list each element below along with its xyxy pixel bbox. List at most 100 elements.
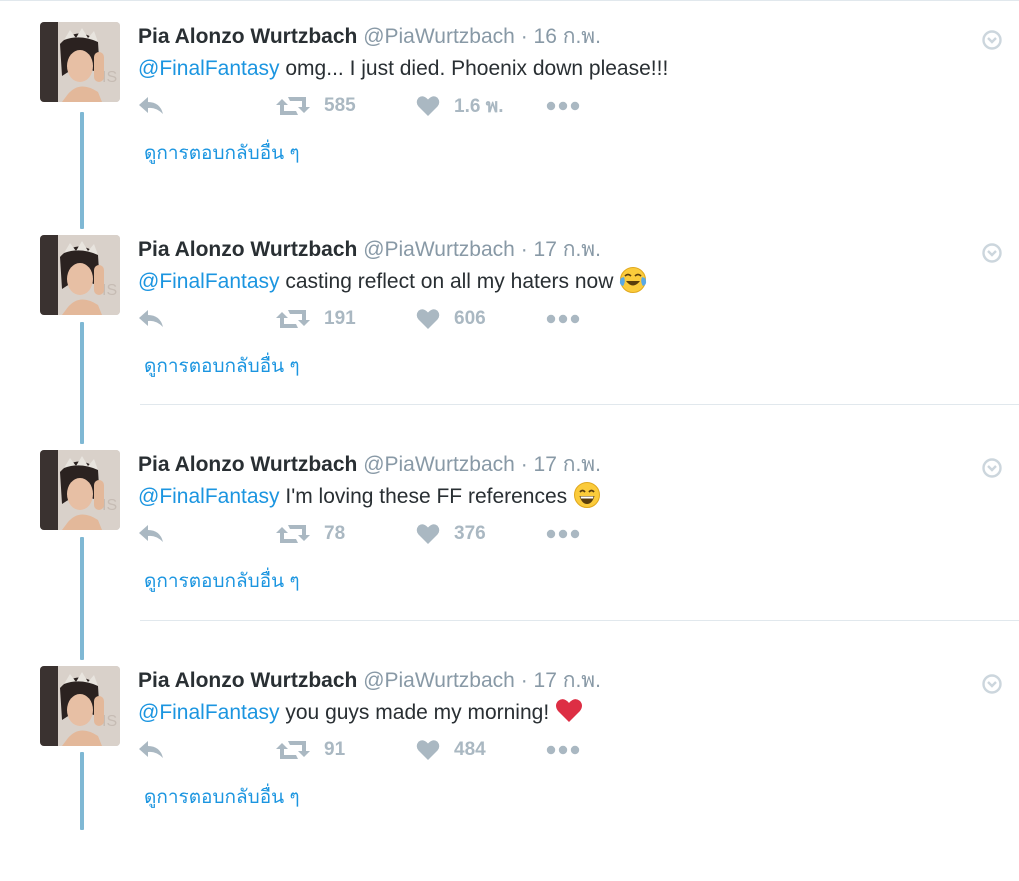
view-more-replies-link[interactable]: ดูการตอบกลับอื่น ๆ (144, 352, 300, 382)
reply-icon (138, 524, 164, 544)
tweet[interactable]: IS Pia Alonzo Wurtzbach @PiaWurtzbach · … (0, 450, 1019, 665)
tweet[interactable]: IS Pia Alonzo Wurtzbach @PiaWurtzbach · … (0, 235, 1019, 450)
retweet-button[interactable]: 585 (276, 90, 356, 122)
reply-button[interactable] (138, 303, 164, 335)
more-dots-icon (546, 101, 580, 111)
like-count: 606 (454, 308, 486, 329)
face-with-tears-of-joy-emoji-icon (619, 266, 647, 294)
more-dots-icon (546, 529, 580, 539)
tweet-actions: 585 1.6 พ. (138, 90, 638, 122)
retweet-button[interactable]: 191 (276, 303, 356, 335)
tweet-text: @FinalFantasy you guys made my morning! (138, 697, 583, 729)
reply-icon (138, 96, 164, 116)
more-dots-icon (546, 745, 580, 755)
retweet-count: 191 (324, 308, 356, 329)
view-more-replies-link[interactable]: ดูการตอบกลับอื่น ๆ (144, 783, 300, 813)
tweet-actions: 78 376 (138, 518, 638, 550)
separator: · (520, 238, 528, 261)
more-button[interactable] (546, 518, 580, 550)
heart-icon (416, 308, 440, 330)
heart-icon (416, 95, 440, 117)
retweet-button[interactable]: 91 (276, 734, 345, 766)
tweet-body: I'm loving these FF references (279, 485, 568, 508)
tweet-body: you guys made my morning! (279, 701, 550, 724)
reply-button[interactable] (138, 90, 164, 122)
avatar[interactable]: IS (40, 22, 120, 102)
author-handle[interactable]: @PiaWurtzbach (363, 238, 515, 261)
tweet-actions: 191 606 (138, 303, 638, 335)
chevron-down-icon[interactable] (982, 243, 1002, 263)
more-button[interactable] (546, 303, 580, 335)
chevron-down-icon[interactable] (982, 30, 1002, 50)
svg-text:IS: IS (102, 497, 117, 514)
author-name[interactable]: Pia Alonzo Wurtzbach (138, 238, 357, 261)
like-button[interactable]: 376 (416, 518, 486, 550)
timestamp[interactable]: 17 ก.พ. (534, 453, 601, 476)
separator: · (520, 669, 528, 692)
tweet-header: Pia Alonzo Wurtzbach @PiaWurtzbach · 17 … (138, 666, 601, 696)
more-button[interactable] (546, 734, 580, 766)
separator: · (520, 453, 528, 476)
tweet-body: omg... I just died. Phoenix down please!… (279, 57, 669, 80)
tweet-actions: 91 484 (138, 734, 638, 766)
retweet-button[interactable]: 78 (276, 518, 345, 550)
retweet-count: 91 (324, 739, 346, 760)
like-count: 484 (454, 739, 486, 760)
view-more-replies-link[interactable]: ดูการตอบกลับอื่น ๆ (144, 567, 300, 597)
chevron-down-icon[interactable] (982, 674, 1002, 694)
retweet-icon (276, 95, 310, 117)
tweet[interactable]: IS Pia Alonzo Wurtzbach @PiaWurtzbach · … (0, 22, 1019, 237)
avatar[interactable]: IS (40, 450, 120, 530)
like-count: 1.6 พ. (454, 96, 504, 117)
retweet-count: 585 (324, 95, 356, 116)
more-button[interactable] (546, 90, 580, 122)
heart-icon (416, 523, 440, 545)
chevron-down-icon[interactable] (982, 458, 1002, 478)
avatar[interactable]: IS (40, 666, 120, 746)
mention-link[interactable]: @FinalFantasy (138, 701, 280, 724)
heart-icon (416, 739, 440, 761)
view-more-replies-link[interactable]: ดูการตอบกลับอื่น ๆ (144, 139, 300, 169)
author-name[interactable]: Pia Alonzo Wurtzbach (138, 669, 357, 692)
svg-text:IS: IS (102, 69, 117, 86)
retweet-icon (276, 308, 310, 330)
red-heart-emoji-icon (555, 697, 583, 725)
avatar[interactable]: IS (40, 235, 120, 315)
reply-button[interactable] (138, 518, 164, 550)
timestamp[interactable]: 17 ก.พ. (534, 238, 601, 261)
tweet-body: casting reflect on all my haters now (279, 270, 614, 293)
reply-button[interactable] (138, 734, 164, 766)
tweet-header: Pia Alonzo Wurtzbach @PiaWurtzbach · 17 … (138, 235, 601, 265)
retweet-icon (276, 523, 310, 545)
tweet-text: @FinalFantasy I'm loving these FF refere… (138, 481, 601, 513)
author-handle[interactable]: @PiaWurtzbach (363, 453, 515, 476)
like-button[interactable]: 606 (416, 303, 486, 335)
like-button[interactable]: 484 (416, 734, 486, 766)
timestamp[interactable]: 16 ก.พ. (534, 25, 601, 48)
mention-link[interactable]: @FinalFantasy (138, 485, 280, 508)
reply-icon (138, 309, 164, 329)
tweet-header: Pia Alonzo Wurtzbach @PiaWurtzbach · 16 … (138, 22, 601, 52)
author-name[interactable]: Pia Alonzo Wurtzbach (138, 453, 357, 476)
author-handle[interactable]: @PiaWurtzbach (363, 25, 515, 48)
reply-icon (138, 740, 164, 760)
mention-link[interactable]: @FinalFantasy (138, 270, 280, 293)
more-dots-icon (546, 314, 580, 324)
tweet-header: Pia Alonzo Wurtzbach @PiaWurtzbach · 17 … (138, 450, 601, 480)
top-divider (0, 0, 1019, 1)
retweet-icon (276, 739, 310, 761)
tweet-text: @FinalFantasy omg... I just died. Phoeni… (138, 53, 668, 85)
svg-text:IS: IS (102, 713, 117, 730)
author-name[interactable]: Pia Alonzo Wurtzbach (138, 25, 357, 48)
mention-link[interactable]: @FinalFantasy (138, 57, 280, 80)
grinning-face-emoji-icon (573, 481, 601, 509)
tweet[interactable]: IS Pia Alonzo Wurtzbach @PiaWurtzbach · … (0, 666, 1019, 881)
author-handle[interactable]: @PiaWurtzbach (363, 669, 515, 692)
retweet-count: 78 (324, 523, 346, 544)
tweet-text: @FinalFantasy casting reflect on all my … (138, 266, 647, 298)
like-button[interactable]: 1.6 พ. (416, 90, 504, 122)
svg-text:IS: IS (102, 282, 117, 299)
like-count: 376 (454, 523, 486, 544)
separator: · (520, 25, 528, 48)
timestamp[interactable]: 17 ก.พ. (534, 669, 601, 692)
